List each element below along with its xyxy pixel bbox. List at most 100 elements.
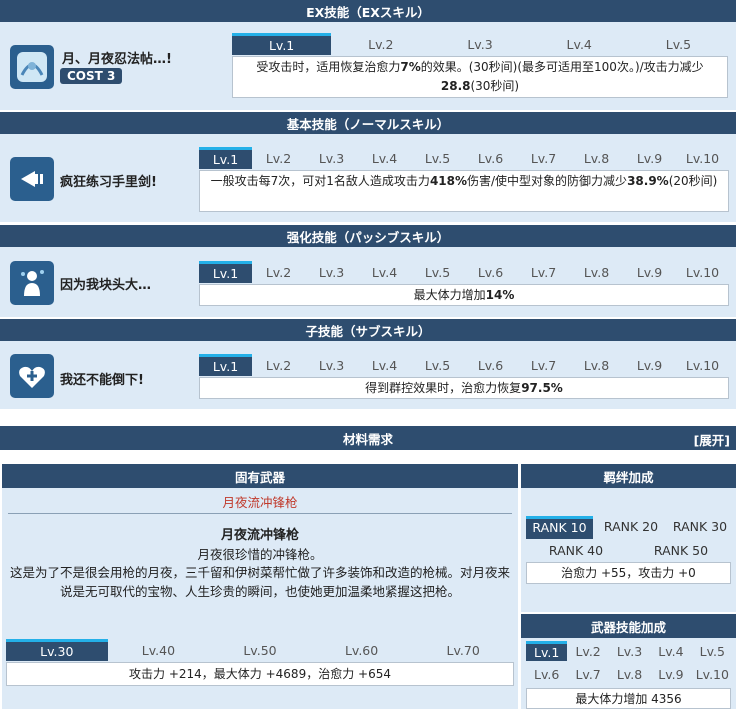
tab-weapon-lv40[interactable]: Lv.40 bbox=[108, 639, 210, 661]
tab-weapon-lv30[interactable]: Lv.30 bbox=[6, 639, 108, 661]
tab-basic-lv8[interactable]: Lv.8 bbox=[570, 147, 623, 169]
ex-skill-header: EX技能（EXスキル） bbox=[0, 0, 736, 22]
weapon-skill-tabs-row2: Lv.6 Lv.7 Lv.8 Lv.9 Lv.10 bbox=[526, 664, 733, 684]
basic-skill-header: 基本技能（ノーマルスキル） bbox=[0, 112, 736, 134]
weapon-skill-stats: 最大体力增加 4356 bbox=[526, 688, 731, 709]
tab-sub-lv4[interactable]: Lv.4 bbox=[358, 354, 411, 376]
weapon-level-tabs: Lv.30 Lv.40 Lv.50 Lv.60 Lv.70 bbox=[6, 639, 514, 661]
materials-title: 材料需求 bbox=[342, 431, 393, 447]
tab-sub-lv6[interactable]: Lv.6 bbox=[464, 354, 517, 376]
tab-weapon-lv60[interactable]: Lv.60 bbox=[311, 639, 413, 661]
passive-skill-description: 最大体力增加14% bbox=[199, 284, 729, 306]
tab-passive-lv9[interactable]: Lv.9 bbox=[623, 261, 676, 283]
tab-passive-lv7[interactable]: Lv.7 bbox=[517, 261, 570, 283]
basic-skill-section: 疯狂练习手里剑! Lv.1 Lv.2 Lv.3 Lv.4 Lv.5 Lv.6 L… bbox=[0, 134, 736, 222]
ex-skill-cost-badge: COST 3 bbox=[60, 68, 123, 84]
tab-rank-40[interactable]: RANK 40 bbox=[541, 543, 611, 558]
tab-basic-lv2[interactable]: Lv.2 bbox=[252, 147, 305, 169]
tab-sub-lv9[interactable]: Lv.9 bbox=[623, 354, 676, 376]
tab-wskill-lv8[interactable]: Lv.8 bbox=[609, 664, 650, 684]
tab-wskill-lv7[interactable]: Lv.7 bbox=[567, 664, 608, 684]
tab-basic-lv9[interactable]: Lv.9 bbox=[623, 147, 676, 169]
tab-passive-lv8[interactable]: Lv.8 bbox=[570, 261, 623, 283]
tab-sub-lv8[interactable]: Lv.8 bbox=[570, 354, 623, 376]
tab-basic-lv3[interactable]: Lv.3 bbox=[305, 147, 358, 169]
weapon-title: 月夜流冲锋枪 bbox=[220, 528, 299, 543]
tab-passive-lv1[interactable]: Lv.1 bbox=[199, 261, 252, 283]
tab-rank-20[interactable]: RANK 20 bbox=[597, 519, 665, 534]
passive-skill-name: 因为我块头大… bbox=[60, 278, 152, 293]
tab-sub-lv3[interactable]: Lv.3 bbox=[305, 354, 358, 376]
tab-basic-lv7[interactable]: Lv.7 bbox=[517, 147, 570, 169]
shuriken-skill-icon bbox=[10, 157, 54, 201]
strength-skill-icon bbox=[10, 261, 54, 305]
weapon-stats: 攻击力 +214，最大体力 +4689，治愈力 +654 bbox=[6, 662, 514, 686]
ex-level-tabs: Lv.1 Lv.2 Lv.3 Lv.4 Lv.5 bbox=[232, 33, 728, 55]
weapon-skill-header: 武器技能加成 bbox=[521, 614, 736, 638]
tab-wskill-lv9[interactable]: Lv.9 bbox=[650, 664, 691, 684]
weapon-header: 固有武器 bbox=[2, 464, 518, 488]
basic-skill-description: 一般攻击每7次，可对1名敌人造成攻击力418%伤害/使中型对象的防御力减少38.… bbox=[199, 170, 729, 212]
bond-stats: 治愈力 +55，攻击力 +0 bbox=[526, 562, 731, 584]
tab-basic-lv1[interactable]: Lv.1 bbox=[199, 147, 252, 169]
ex-skill-icon bbox=[10, 45, 54, 89]
weapon-skill-panel: Lv.1 Lv.2 Lv.3 Lv.4 Lv.5 Lv.6 Lv.7 Lv.8 … bbox=[521, 638, 736, 709]
tab-passive-lv3[interactable]: Lv.3 bbox=[305, 261, 358, 283]
ex-skill-name: 月、月夜忍法帖…! bbox=[62, 52, 172, 67]
heart-skill-icon bbox=[10, 354, 54, 398]
tab-ex-lv1[interactable]: Lv.1 bbox=[232, 33, 332, 55]
tab-sub-lv5[interactable]: Lv.5 bbox=[411, 354, 464, 376]
tab-passive-lv2[interactable]: Lv.2 bbox=[252, 261, 305, 283]
passive-level-tabs: Lv.1 Lv.2 Lv.3 Lv.4 Lv.5 Lv.6 Lv.7 Lv.8 … bbox=[199, 261, 729, 283]
weapon-description: 这是为了不是很会用枪的月夜，三千留和伊树菜帮忙做了许多装饰和改造的枪械。对月夜来… bbox=[9, 565, 510, 599]
weapon-subtitle: 月夜很珍惜的冲锋枪。 bbox=[197, 547, 323, 562]
weapon-name-label: 月夜流冲锋枪 bbox=[222, 495, 298, 510]
tab-passive-lv5[interactable]: Lv.5 bbox=[411, 261, 464, 283]
tab-rank-10[interactable]: RANK 10 bbox=[526, 516, 593, 539]
weapon-divider bbox=[8, 513, 512, 514]
tab-sub-lv7[interactable]: Lv.7 bbox=[517, 354, 570, 376]
tab-wskill-lv10[interactable]: Lv.10 bbox=[692, 664, 733, 684]
tab-wskill-lv1[interactable]: Lv.1 bbox=[526, 641, 568, 661]
tab-rank-30[interactable]: RANK 30 bbox=[666, 519, 734, 534]
sub-skill-section: 我还不能倒下! Lv.1 Lv.2 Lv.3 Lv.4 Lv.5 Lv.6 Lv… bbox=[0, 341, 736, 409]
sub-level-tabs: Lv.1 Lv.2 Lv.3 Lv.4 Lv.5 Lv.6 Lv.7 Lv.8 … bbox=[199, 354, 729, 376]
tab-weapon-lv50[interactable]: Lv.50 bbox=[209, 639, 311, 661]
tab-sub-lv1[interactable]: Lv.1 bbox=[199, 354, 252, 376]
passive-skill-header: 强化技能（パッシブスキル） bbox=[0, 225, 736, 247]
expand-button[interactable]: [展开] bbox=[694, 430, 730, 449]
tab-ex-lv3[interactable]: Lv.3 bbox=[430, 33, 529, 55]
tab-wskill-lv5[interactable]: Lv.5 bbox=[692, 641, 733, 661]
materials-header: 材料需求 [展开] bbox=[0, 426, 736, 450]
tab-rank-50[interactable]: RANK 50 bbox=[646, 543, 716, 558]
tab-wskill-lv3[interactable]: Lv.3 bbox=[609, 641, 650, 661]
tab-basic-lv10[interactable]: Lv.10 bbox=[676, 147, 729, 169]
tab-basic-lv5[interactable]: Lv.5 bbox=[411, 147, 464, 169]
tab-wskill-lv4[interactable]: Lv.4 bbox=[650, 641, 691, 661]
tab-basic-lv6[interactable]: Lv.6 bbox=[464, 147, 517, 169]
sub-skill-header: 子技能（サブスキル） bbox=[0, 319, 736, 341]
tab-weapon-lv70[interactable]: Lv.70 bbox=[412, 639, 514, 661]
tab-passive-lv10[interactable]: Lv.10 bbox=[676, 261, 729, 283]
tab-ex-lv5[interactable]: Lv.5 bbox=[629, 33, 728, 55]
sub-skill-description: 得到群控效果时，治愈力恢复97.5% bbox=[199, 377, 729, 399]
tab-sub-lv10[interactable]: Lv.10 bbox=[676, 354, 729, 376]
passive-skill-section: 因为我块头大… Lv.1 Lv.2 Lv.3 Lv.4 Lv.5 Lv.6 Lv… bbox=[0, 247, 736, 317]
basic-skill-name: 疯狂练习手里剑! bbox=[60, 175, 157, 190]
tab-ex-lv4[interactable]: Lv.4 bbox=[530, 33, 629, 55]
tab-basic-lv4[interactable]: Lv.4 bbox=[358, 147, 411, 169]
tab-wskill-lv6[interactable]: Lv.6 bbox=[526, 664, 567, 684]
bond-panel: RANK 10 RANK 20 RANK 30 RANK 40 RANK 50 … bbox=[521, 488, 736, 612]
ex-skill-description: 受攻击时，适用恢复治愈力7%的效果。(30秒间)(最多可适用至100次。)/攻击… bbox=[232, 56, 728, 98]
ex-skill-section: 月、月夜忍法帖…! COST 3 Lv.1 Lv.2 Lv.3 Lv.4 Lv.… bbox=[0, 22, 736, 110]
tab-passive-lv4[interactable]: Lv.4 bbox=[358, 261, 411, 283]
sub-skill-name: 我还不能倒下! bbox=[60, 373, 144, 388]
tab-ex-lv2[interactable]: Lv.2 bbox=[331, 33, 430, 55]
tab-wskill-lv2[interactable]: Lv.2 bbox=[567, 641, 608, 661]
weapon-panel: 月夜流冲锋枪 月夜流冲锋枪 月夜很珍惜的冲锋枪。 这是为了不是很会用枪的月夜，三… bbox=[2, 488, 518, 709]
basic-level-tabs: Lv.1 Lv.2 Lv.3 Lv.4 Lv.5 Lv.6 Lv.7 Lv.8 … bbox=[199, 147, 729, 169]
tab-passive-lv6[interactable]: Lv.6 bbox=[464, 261, 517, 283]
weapon-skill-tabs-row1: Lv.1 Lv.2 Lv.3 Lv.4 Lv.5 bbox=[526, 641, 733, 661]
bond-header: 羁绊加成 bbox=[521, 464, 736, 488]
tab-sub-lv2[interactable]: Lv.2 bbox=[252, 354, 305, 376]
